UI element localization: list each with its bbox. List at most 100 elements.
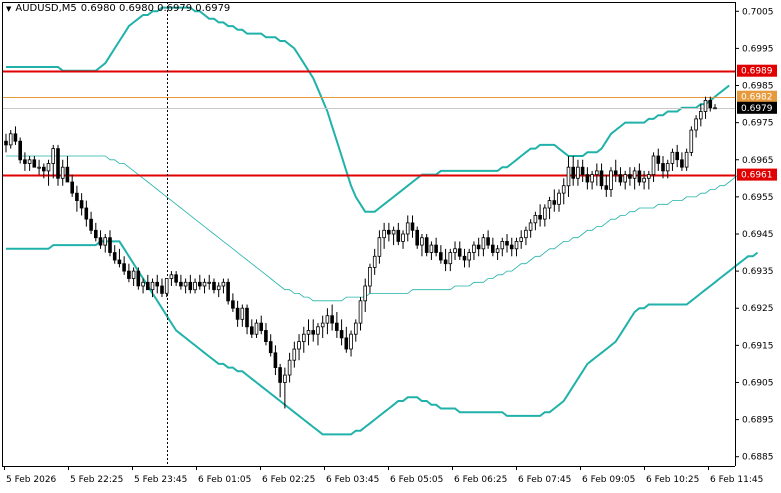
candle <box>410 215 415 238</box>
x-tick-label: 6 Feb 06:25 <box>454 475 507 485</box>
candle-body-bull <box>353 322 358 335</box>
candle-body-bull <box>420 237 424 246</box>
candle-body-bear <box>415 229 419 246</box>
candle-body-bull <box>623 174 627 183</box>
candle <box>505 234 509 253</box>
candle-body-bear <box>571 166 575 179</box>
candle-body-bear <box>410 222 415 231</box>
candle-body-bull <box>51 148 55 164</box>
candle-body-bear <box>155 281 160 287</box>
candle <box>306 319 311 346</box>
candle-body-bear <box>334 322 339 331</box>
candle-body-bull <box>495 248 500 253</box>
candle <box>301 326 306 353</box>
candle-body-bear <box>160 285 164 294</box>
y-tick-label: 0.6915 <box>742 341 774 351</box>
candle-body-bull <box>609 170 613 190</box>
candle <box>46 159 51 186</box>
candle-body-bull <box>377 237 382 257</box>
candle-body-bull <box>60 166 65 179</box>
candle-body-bear <box>637 170 642 183</box>
candle-body-bull <box>713 107 717 110</box>
candle-body-bear <box>344 337 349 350</box>
candle-body-bear <box>599 170 604 187</box>
candle <box>647 170 651 190</box>
candle <box>344 326 349 353</box>
candle <box>283 367 287 409</box>
y-tick-label: 0.6895 <box>742 416 774 426</box>
candle-body-bull <box>325 315 330 324</box>
candle-body-bear <box>259 322 263 331</box>
candle <box>32 156 37 168</box>
candle-body-bull <box>183 281 188 287</box>
candle-body-bear <box>708 100 713 109</box>
candle <box>576 159 580 186</box>
candle-body-bull <box>193 281 197 291</box>
candle-body-bull <box>642 177 646 183</box>
candle <box>174 271 178 286</box>
candle <box>278 363 282 398</box>
candle <box>226 278 230 305</box>
candle <box>448 248 453 272</box>
collapse-triangle-icon[interactable]: ▼ <box>6 5 11 13</box>
candle <box>65 156 70 183</box>
candle-body-bear <box>434 244 438 253</box>
candle <box>311 319 315 342</box>
candle <box>98 230 103 249</box>
x-tick-label: 6 Feb 11:45 <box>710 475 763 485</box>
candle-body-bear <box>127 270 131 279</box>
price-tag-resistance: 0.6989 <box>737 64 777 77</box>
candle-body-bear <box>268 341 273 354</box>
x-tick-label: 6 Feb 01:05 <box>198 475 251 485</box>
candle-body-bear <box>424 237 429 253</box>
candle-body-bull <box>8 133 13 146</box>
candle-body-bull <box>368 266 372 287</box>
price-tag-bid: 0.6979 <box>737 101 777 114</box>
candle-body-bear <box>18 140 22 161</box>
candle <box>382 222 386 249</box>
y-tick-label: 0.6975 <box>742 119 774 129</box>
candlestick-chart[interactable]: 0.7005 0.6995 0.6985 0.6975 0.6965 0.6955 0.69… <box>0 0 781 489</box>
price-tag-label: 0.6961 <box>741 171 773 181</box>
candle <box>131 267 136 286</box>
candle-body-bull <box>301 333 306 343</box>
candle-body-bear <box>174 274 178 283</box>
candle <box>363 278 367 312</box>
candle <box>264 323 268 346</box>
candle <box>552 189 557 212</box>
candle-body-bull <box>429 244 434 253</box>
chart-area[interactable]: 0.7005 0.6995 0.6985 0.6975 0.6965 0.6955 0.69… <box>0 0 781 489</box>
candle <box>684 148 689 171</box>
candle <box>212 278 216 294</box>
candle <box>23 152 27 171</box>
axes-layer: 0.7005 0.6995 0.6985 0.6975 0.6965 0.6955 0.69… <box>2 2 777 485</box>
candle-body-bear <box>4 140 8 146</box>
candle <box>557 189 561 212</box>
candle <box>476 237 481 257</box>
candle <box>79 193 84 216</box>
candle <box>4 133 8 153</box>
candle <box>254 319 259 338</box>
candle-body-bull <box>561 185 566 194</box>
candle <box>396 222 401 246</box>
candle <box>297 334 301 361</box>
candle-body-bear <box>245 307 249 328</box>
candle <box>245 304 249 335</box>
candle <box>547 196 552 220</box>
candle <box>628 167 632 186</box>
candle-body-bear <box>249 326 254 335</box>
candle-body-bear <box>661 163 665 172</box>
candle-body-bull <box>519 237 523 242</box>
candle-body-bull <box>528 222 533 231</box>
candle-body-bear <box>386 229 391 235</box>
candle-body-bear <box>490 244 495 253</box>
candle-body-bear <box>79 200 84 209</box>
candle-body-bear <box>476 244 481 250</box>
candle-body-bull <box>37 166 41 169</box>
candle <box>259 315 263 335</box>
x-tick-label: 6 Feb 02:25 <box>262 475 315 485</box>
candle-body-bear <box>273 352 278 368</box>
candle <box>56 144 60 186</box>
candle-body-bear <box>278 367 282 383</box>
candle <box>609 167 613 197</box>
